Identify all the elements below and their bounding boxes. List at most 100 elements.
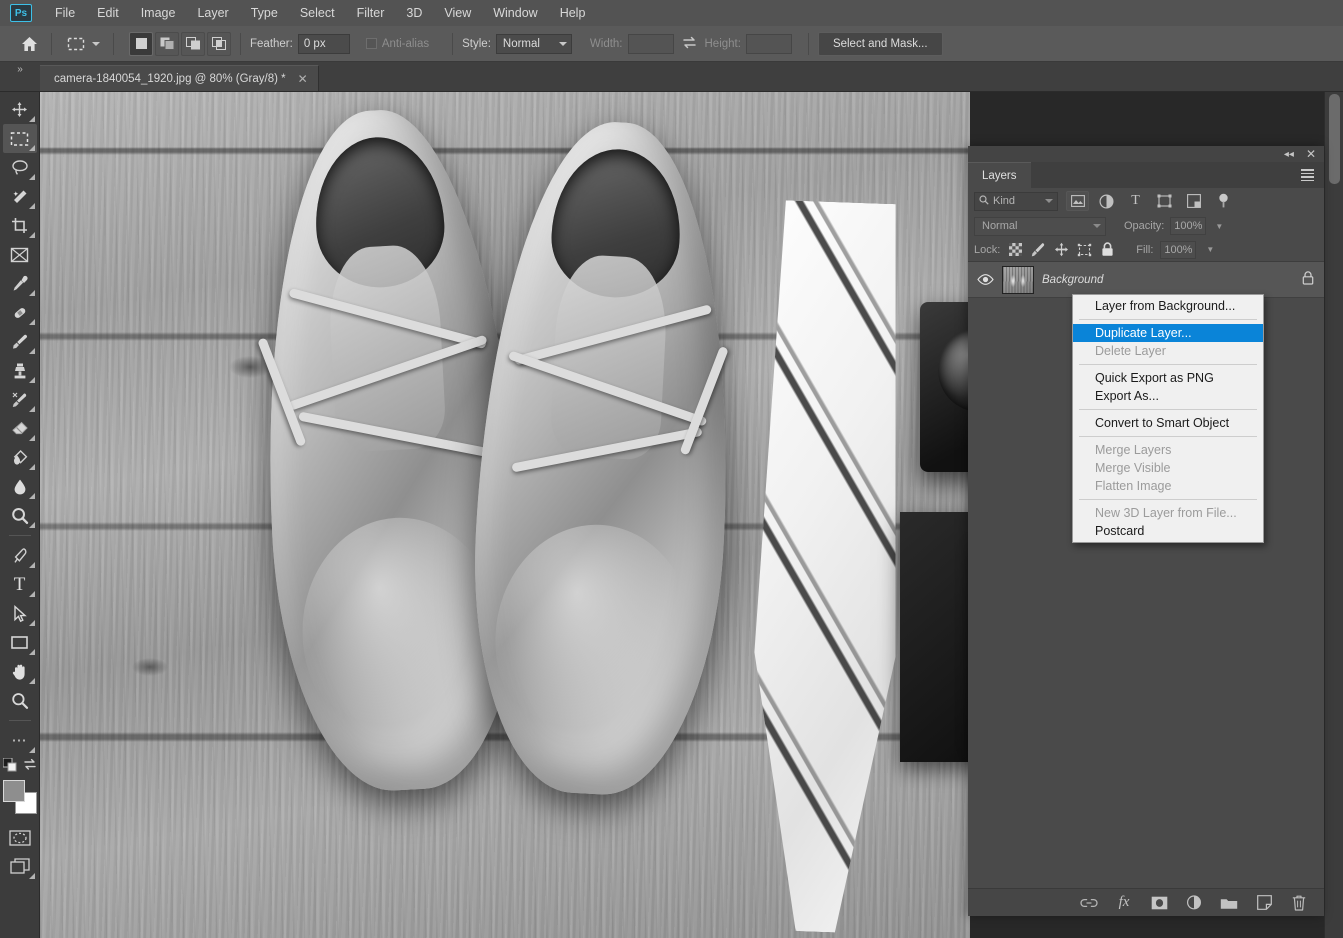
edit-toolbar-button[interactable]: ⋯ bbox=[3, 726, 37, 755]
crop-tool[interactable] bbox=[3, 211, 37, 240]
document-tab[interactable]: camera-1840054_1920.jpg @ 80% (Gray/8) *… bbox=[40, 65, 319, 91]
scrollbar-thumb[interactable] bbox=[1329, 94, 1340, 184]
default-colors-icon[interactable] bbox=[2, 757, 17, 775]
eraser-tool[interactable] bbox=[3, 414, 37, 443]
path-selection-tool[interactable] bbox=[3, 599, 37, 628]
tab-layers[interactable]: Layers bbox=[968, 162, 1031, 188]
spot-healing-brush-tool[interactable] bbox=[3, 298, 37, 327]
menu-filter[interactable]: Filter bbox=[346, 2, 396, 24]
layer-style-fx-icon[interactable]: fx bbox=[1115, 894, 1133, 912]
new-adjustment-layer-icon[interactable] bbox=[1185, 894, 1203, 912]
clone-stamp-tool[interactable] bbox=[3, 356, 37, 385]
shape-layers-filter-icon[interactable] bbox=[1153, 191, 1176, 211]
eyedropper-tool[interactable] bbox=[3, 269, 37, 298]
menu-image[interactable]: Image bbox=[130, 2, 187, 24]
layer-thumbnail[interactable] bbox=[1002, 265, 1034, 294]
lock-transparent-pixels-icon[interactable] bbox=[1007, 242, 1023, 258]
screen-mode-icon[interactable] bbox=[3, 852, 37, 881]
lock-position-icon[interactable] bbox=[1053, 242, 1069, 258]
menu-view[interactable]: View bbox=[433, 2, 482, 24]
adjustment-layers-filter-icon[interactable] bbox=[1095, 191, 1118, 211]
hand-tool[interactable] bbox=[3, 657, 37, 686]
fill-input[interactable]: 100% bbox=[1160, 240, 1197, 259]
gradient-tool[interactable] bbox=[3, 443, 37, 472]
rectangular-marquee-tool[interactable] bbox=[2, 124, 37, 153]
context-menu-item-new-3d-layer-from-file: New 3D Layer from File... bbox=[1095, 506, 1237, 520]
feather-input[interactable]: 0 px bbox=[297, 33, 350, 54]
dodge-tool[interactable] bbox=[3, 501, 37, 530]
height-input[interactable] bbox=[745, 33, 792, 54]
lock-icon[interactable] bbox=[1302, 271, 1314, 288]
fill-stepper-icon[interactable]: ▼ bbox=[1203, 245, 1217, 254]
color-swatches[interactable] bbox=[2, 779, 38, 815]
new-selection-button[interactable] bbox=[129, 31, 153, 56]
menu-type[interactable]: Type bbox=[240, 2, 289, 24]
menu-layer[interactable]: Layer bbox=[186, 2, 239, 24]
panel-menu-icon[interactable] bbox=[1291, 162, 1324, 188]
type-layers-filter-icon[interactable]: T bbox=[1124, 191, 1147, 211]
menu-select[interactable]: Select bbox=[289, 2, 346, 24]
expand-panels-icon[interactable]: » bbox=[0, 61, 40, 91]
tool-preset-picker[interactable] bbox=[61, 32, 104, 56]
canvas-scrollbar[interactable] bbox=[1324, 92, 1343, 938]
menu-help[interactable]: Help bbox=[549, 2, 597, 24]
new-layer-icon[interactable] bbox=[1255, 894, 1273, 912]
opacity-input[interactable]: 100% bbox=[1170, 217, 1207, 235]
subtract-from-selection-button[interactable] bbox=[181, 31, 205, 56]
pixel-layers-filter-icon[interactable] bbox=[1066, 191, 1089, 211]
context-menu-item-duplicate-layer[interactable]: Duplicate Layer... bbox=[1073, 324, 1263, 342]
layer-context-menu[interactable]: Layer from Background... Duplicate Layer.… bbox=[1072, 294, 1264, 543]
opacity-stepper-icon[interactable]: ▼ bbox=[1212, 222, 1226, 231]
rectangle-tool[interactable] bbox=[3, 628, 37, 657]
style-select[interactable]: Normal bbox=[495, 33, 572, 54]
blend-mode-select[interactable]: Normal bbox=[974, 216, 1106, 236]
link-layers-icon[interactable] bbox=[1080, 894, 1098, 912]
close-panel-icon[interactable]: ✕ bbox=[1306, 147, 1316, 161]
add-to-selection-button[interactable] bbox=[155, 31, 179, 56]
context-menu-item-layer-from-background[interactable]: Layer from Background... bbox=[1073, 297, 1263, 315]
move-tool[interactable] bbox=[3, 95, 37, 124]
context-menu-item-quick-export-as-png[interactable]: Quick Export as PNG bbox=[1073, 369, 1263, 387]
anti-alias-checkbox[interactable] bbox=[365, 38, 377, 49]
menu-edit[interactable]: Edit bbox=[86, 2, 130, 24]
delete-layer-icon[interactable] bbox=[1290, 894, 1308, 912]
context-menu-item-postcard[interactable]: Postcard bbox=[1073, 522, 1263, 540]
swap-colors-icon[interactable] bbox=[23, 758, 37, 774]
menu-file[interactable]: File bbox=[44, 2, 86, 24]
eye-icon[interactable] bbox=[976, 274, 994, 285]
context-menu-item-convert-to-smart-object[interactable]: Convert to Smart Object bbox=[1073, 414, 1263, 432]
menu-3d[interactable]: 3D bbox=[395, 2, 433, 24]
horizontal-type-tool[interactable]: T bbox=[3, 570, 37, 599]
zoom-tool[interactable] bbox=[3, 686, 37, 715]
intersect-with-selection-button[interactable] bbox=[207, 31, 231, 56]
swap-width-height-icon[interactable] bbox=[682, 36, 697, 52]
filter-toggle-icon[interactable] bbox=[1212, 191, 1235, 211]
smart-object-filter-icon[interactable] bbox=[1182, 191, 1205, 211]
blur-tool[interactable] bbox=[3, 472, 37, 501]
pen-tool[interactable] bbox=[3, 541, 37, 570]
history-brush-tool[interactable] bbox=[3, 385, 37, 414]
foreground-color-swatch[interactable] bbox=[2, 780, 25, 802]
lasso-tool[interactable] bbox=[3, 153, 37, 182]
table-row[interactable]: Background bbox=[968, 262, 1324, 298]
add-layer-mask-icon[interactable] bbox=[1150, 894, 1168, 912]
lock-image-pixels-icon[interactable] bbox=[1030, 242, 1046, 258]
close-icon[interactable]: ✕ bbox=[296, 72, 310, 86]
width-input[interactable] bbox=[627, 33, 674, 54]
layer-name[interactable]: Background bbox=[1042, 274, 1294, 286]
lock-all-icon[interactable] bbox=[1099, 242, 1115, 258]
new-group-icon[interactable] bbox=[1220, 894, 1238, 912]
quick-mask-mode-icon[interactable] bbox=[3, 823, 37, 852]
frame-tool[interactable] bbox=[3, 240, 37, 269]
context-menu-item-export-as[interactable]: Export As... bbox=[1073, 387, 1263, 405]
layer-kind-filter[interactable]: Kind bbox=[974, 191, 1058, 211]
menu-window[interactable]: Window bbox=[482, 2, 548, 24]
collapse-panel-icon[interactable]: ◂◂ bbox=[1284, 149, 1294, 160]
layer-list: Background bbox=[968, 262, 1324, 298]
brush-tool[interactable] bbox=[3, 327, 37, 356]
lock-artboard-nesting-icon[interactable] bbox=[1076, 242, 1092, 258]
home-icon[interactable] bbox=[16, 31, 42, 57]
magic-wand-tool[interactable] bbox=[3, 182, 37, 211]
document-image[interactable] bbox=[40, 92, 1050, 938]
select-and-mask-button[interactable]: Select and Mask... bbox=[817, 31, 943, 56]
